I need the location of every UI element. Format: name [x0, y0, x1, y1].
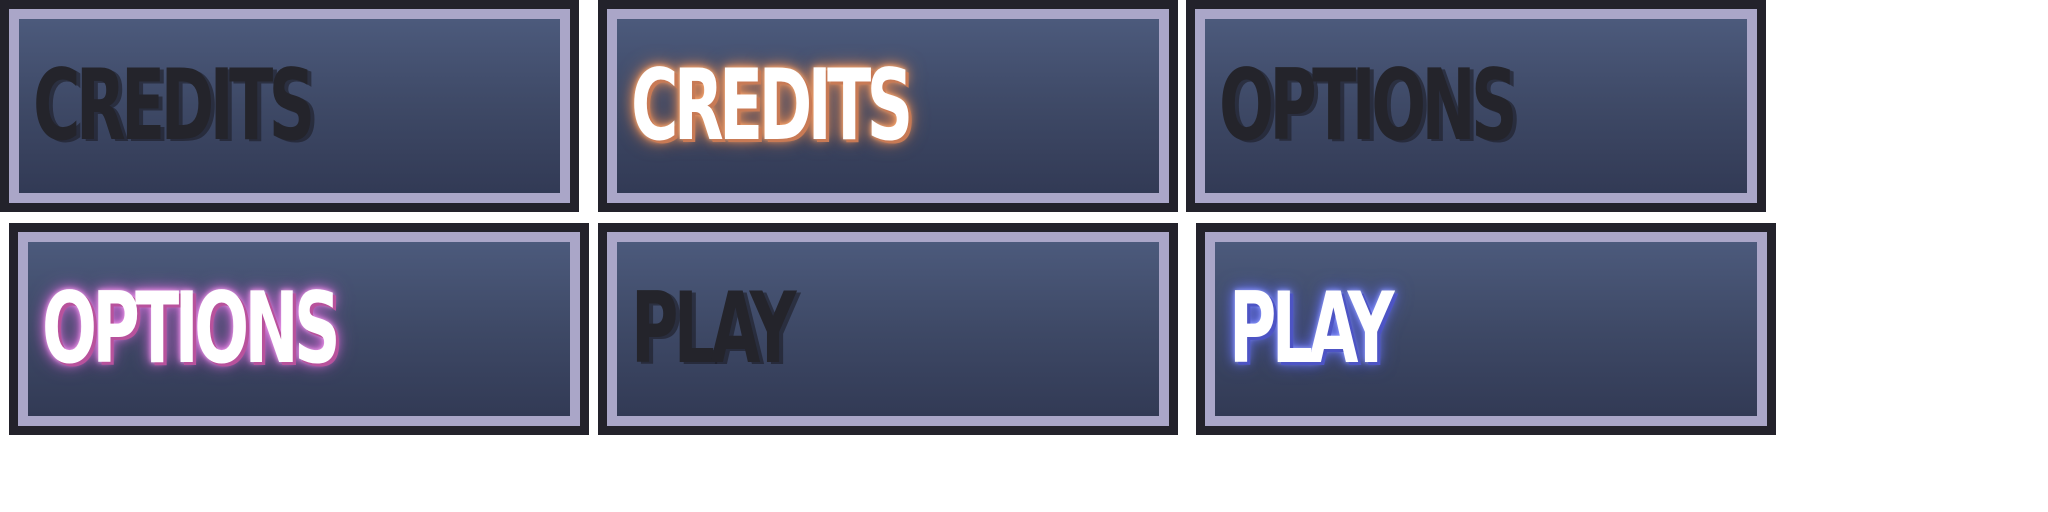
options-button-normal[interactable]: OPTIONS — [1186, 0, 1766, 212]
credits-button-hover[interactable]: CREDITS — [598, 0, 1178, 212]
play-button-label-glow: PLAY — [1229, 272, 1394, 386]
button-frame: CREDITS — [9, 9, 570, 203]
play-button-hover[interactable]: PLAY — [1196, 223, 1776, 435]
button-frame: PLAY — [1205, 232, 1767, 426]
play-button-label: PLAY — [631, 272, 796, 386]
play-button-normal[interactable]: PLAY — [598, 223, 1178, 435]
button-frame: OPTIONS — [18, 232, 580, 426]
button-frame: OPTIONS — [1195, 9, 1757, 203]
options-button-label: OPTIONS — [1219, 49, 1518, 163]
options-button-label-glow: OPTIONS — [42, 272, 341, 386]
credits-button-label-glow: CREDITS — [631, 49, 913, 163]
credits-button-label: CREDITS — [33, 49, 315, 163]
button-frame: PLAY — [607, 232, 1169, 426]
button-frame: CREDITS — [607, 9, 1169, 203]
options-button-hover[interactable]: OPTIONS — [9, 223, 589, 435]
credits-button-normal[interactable]: CREDITS — [0, 0, 579, 212]
